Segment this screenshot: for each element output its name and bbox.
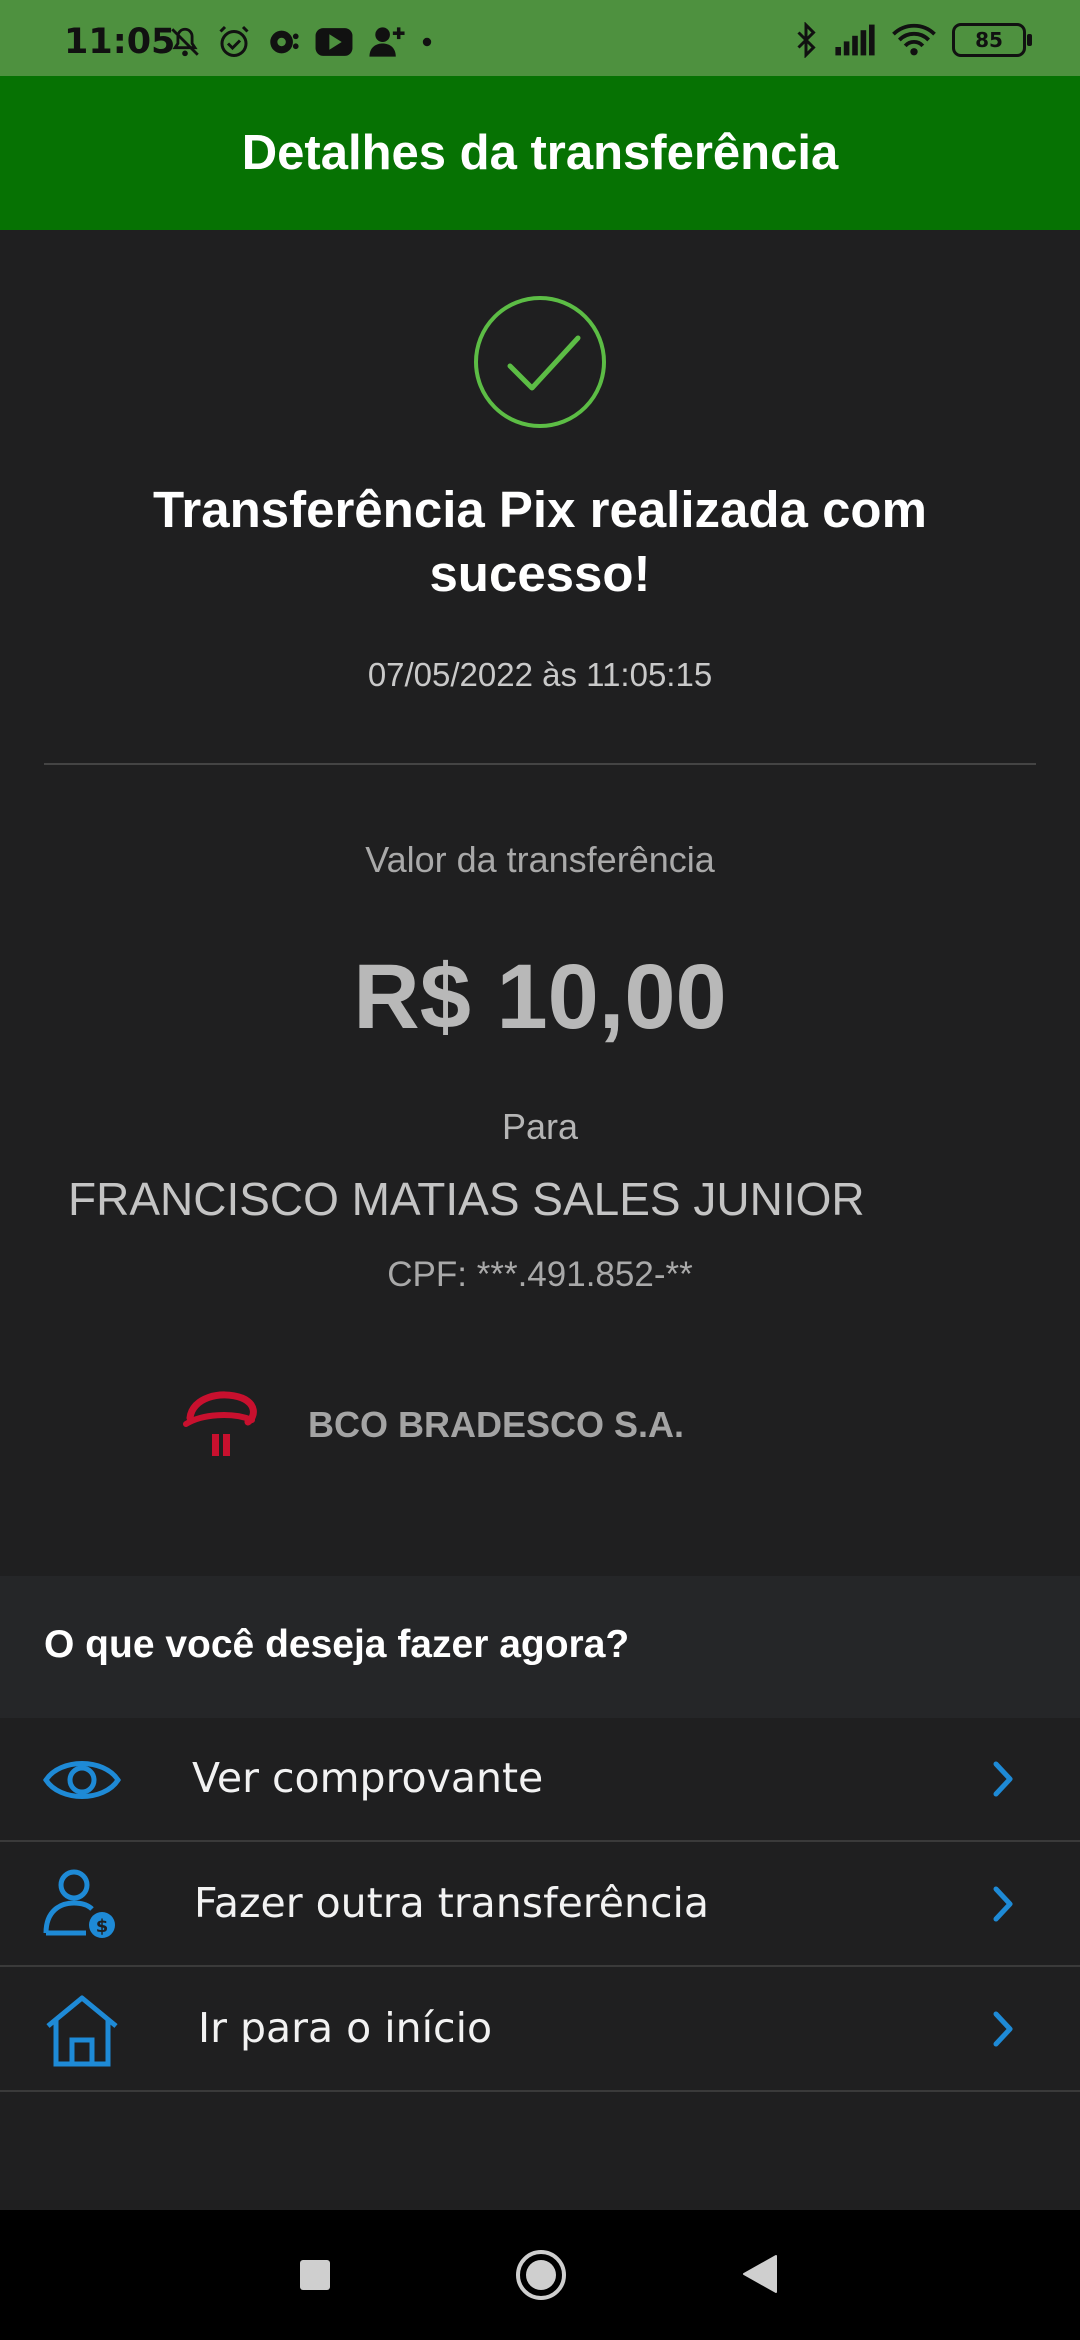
view-receipt-label: Ver comprovante [192,1754,544,1802]
divider [44,763,1036,765]
home-icon [46,1995,118,2067]
chat-icon [270,30,299,54]
actions-title: O que você deseja fazer agora? [44,1623,630,1666]
bluetooth-icon [797,22,816,58]
recipient-name: FRANCISCO MATIAS SALES JUNIOR [68,1173,865,1225]
wifi-icon [892,23,936,56]
new-transfer-label: Fazer outra transferência [194,1879,710,1927]
bell-off-icon [171,27,199,57]
youtube-icon [315,28,353,56]
go-home-button[interactable]: Ir para o início [0,1968,1080,2092]
actions-header: O que você deseja fazer agora? [0,1576,1080,1718]
transfer-datetime: 07/05/2022 às 11:05:15 [367,656,713,693]
dot-icon [422,37,432,47]
recipient-cpf: CPF: ***.491.852-** [387,1255,693,1294]
system-navigation-bar [0,2210,1080,2340]
svg-text:$: $ [96,1916,109,1937]
signal-icon [835,24,875,56]
to-label: Para [501,1106,579,1147]
page-title: Detalhes da transferência [241,126,839,180]
chevron-right-icon [993,1761,1013,1797]
user-money-icon: $ [43,1869,115,1938]
success-headline: Transferência Pix realizada com sucesso! [153,481,927,602]
transfer-amount: R$ 10,00 [353,946,727,1048]
battery-indicator: 85 [952,23,1032,57]
alarm-icon [219,25,249,57]
app-bar: Detalhes da transferência [0,76,1080,230]
new-transfer-button[interactable]: $ Fazer outra transferência [0,1843,1080,1967]
status-time: 11:05 [64,22,176,62]
recents-square-icon[interactable] [298,2258,332,2292]
add-user-icon [369,27,405,57]
view-receipt-button[interactable]: Ver comprovante [0,1718,1080,1842]
bank-name: BCO BRADESCO S.A. [308,1404,685,1445]
back-triangle-icon[interactable] [742,2254,778,2294]
eye-icon [43,1761,121,1799]
success-check-icon [474,296,606,428]
chevron-right-icon [993,2011,1013,2047]
status-bar: 11:05 85 [0,0,1080,76]
bradesco-logo-icon [183,1391,257,1456]
chevron-right-icon [993,1886,1013,1922]
home-circle-icon[interactable] [514,2248,568,2302]
amount-label: Valor da transferência [365,839,715,880]
go-home-label: Ir para o início [198,2004,493,2052]
